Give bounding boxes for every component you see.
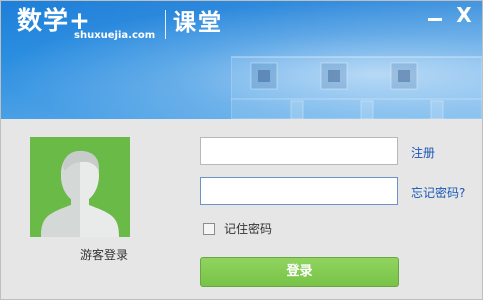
title-divider (165, 10, 166, 39)
close-button[interactable]: X (453, 3, 475, 27)
forgot-password-link[interactable]: 忘记密码? (411, 185, 465, 201)
brand-domain: shuxuejia.com (74, 30, 156, 41)
close-icon: X (456, 3, 472, 27)
username-input[interactable] (200, 137, 398, 165)
minimize-button[interactable] (424, 7, 446, 27)
login-button[interactable]: 登录 (200, 257, 399, 287)
user-silhouette-icon (41, 150, 119, 237)
login-window: 数学+ shuxuejia.com 课堂 X 游客登录 注册 忘记密码? 记住密… (0, 0, 483, 300)
minimize-icon (428, 18, 442, 21)
avatar[interactable] (30, 137, 130, 237)
register-link[interactable]: 注册 (411, 145, 435, 161)
guest-login-link[interactable]: 游客登录 (30, 247, 178, 263)
header-banner: 数学+ shuxuejia.com 课堂 X (1, 1, 482, 119)
password-input[interactable] (200, 177, 398, 205)
remember-password-label[interactable]: 记住密码 (224, 221, 272, 237)
building-illustration (231, 56, 482, 119)
remember-password-checkbox[interactable] (203, 223, 215, 235)
classroom-title: 课堂 (173, 10, 223, 36)
